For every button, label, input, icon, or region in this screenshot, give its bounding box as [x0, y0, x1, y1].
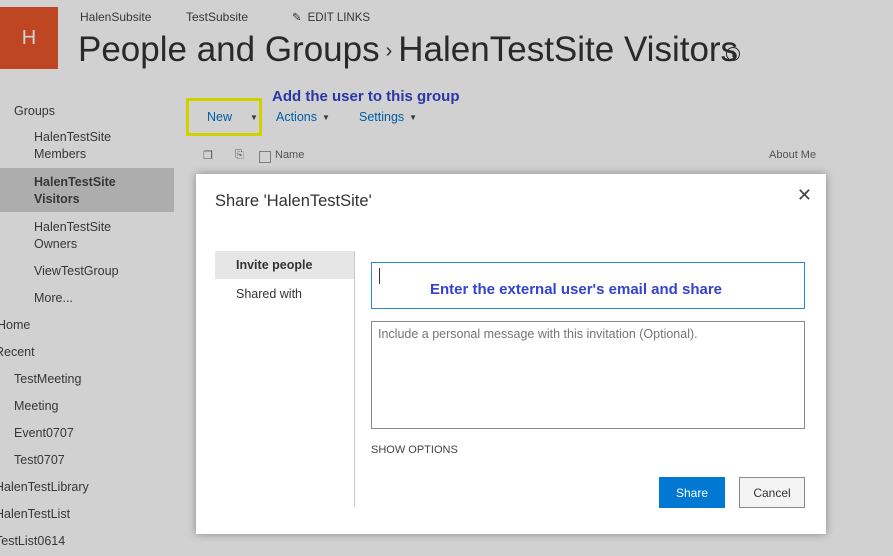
- share-button[interactable]: Share: [659, 477, 725, 508]
- cancel-button[interactable]: Cancel: [739, 477, 805, 508]
- close-icon[interactable]: ✕: [797, 185, 812, 206]
- dialog-tabs: Invite people Shared with: [215, 251, 355, 507]
- share-dialog: Share 'HalenTestSite' ✕ Invite people Sh…: [196, 174, 826, 534]
- personal-message-field[interactable]: [371, 321, 805, 429]
- tab-shared-with[interactable]: Shared with: [215, 280, 354, 308]
- dialog-title: Share 'HalenTestSite': [215, 192, 372, 210]
- sharepoint-page: H HalenSubsite TestSubsite ✎ EDIT LINKS P…: [0, 0, 893, 556]
- email-input[interactable]: Enter the external user's email and shar…: [371, 262, 805, 309]
- tab-invite-people[interactable]: Invite people: [215, 251, 354, 279]
- annotation-enter-email: Enter the external user's email and shar…: [430, 281, 723, 298]
- show-options-link[interactable]: SHOW OPTIONS: [371, 444, 458, 456]
- text-cursor: [379, 268, 380, 284]
